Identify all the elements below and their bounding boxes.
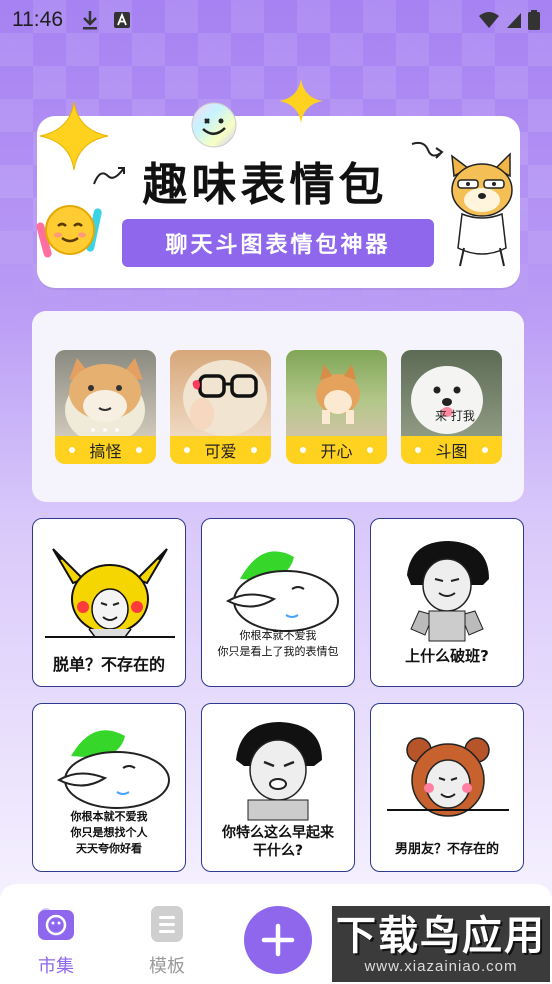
category-label: 搞怪 bbox=[55, 436, 156, 464]
category-battle[interactable]: 来 打我 斗图 bbox=[401, 350, 502, 464]
watermark-url: www.xiazainiao.com bbox=[364, 957, 518, 975]
meme-caption-line1: 你特么这么早起来 bbox=[222, 825, 334, 841]
category-happy[interactable]: 开心 bbox=[286, 350, 387, 464]
meme-caption: 男朋友？不存在的 bbox=[394, 842, 499, 857]
meme-caption: 上什么破班? bbox=[405, 647, 489, 665]
dog-caption: 来 打我 bbox=[435, 409, 475, 423]
nav-template-label: 模板 bbox=[149, 956, 185, 977]
glasses-cat-image bbox=[170, 350, 271, 436]
add-button[interactable] bbox=[244, 906, 312, 974]
nav-template[interactable]: 模板 bbox=[137, 906, 197, 978]
template-list-icon bbox=[151, 906, 183, 942]
banner-subtitle: 聊天斗图表情包神器 bbox=[122, 219, 434, 267]
wifi-icon bbox=[479, 12, 499, 28]
category-funny[interactable]: 搞怪 bbox=[55, 350, 156, 464]
download-icon bbox=[83, 11, 97, 30]
white-dog-image: 来 打我 bbox=[401, 350, 502, 436]
watermark: 下载鸟应用 www.xiazainiao.com bbox=[332, 906, 550, 982]
meme-card[interactable]: 你特么这么早起来 干什么? bbox=[201, 703, 355, 872]
banner-title: 趣味表情包 bbox=[142, 159, 388, 210]
category-label: 斗图 bbox=[401, 436, 502, 464]
nav-market[interactable]: 市集 bbox=[26, 906, 86, 978]
meme-card[interactable]: 上什么破班? bbox=[370, 518, 524, 687]
meme-caption: 脱单？不存在的 bbox=[52, 655, 165, 674]
corgi-image bbox=[286, 350, 387, 436]
meme-caption-line1: 你根本就不爱我 bbox=[239, 629, 317, 642]
meme-caption-line3: 天天夸你好看 bbox=[76, 842, 142, 855]
meme-caption-line2: 你只是看上了我的表情包 bbox=[217, 645, 339, 658]
holo-smiley-icon bbox=[191, 102, 237, 148]
meme-caption-line1: 你根本就不爱我 bbox=[70, 810, 148, 823]
doge-sticker-icon bbox=[451, 152, 513, 267]
duck-meme-image bbox=[225, 551, 339, 632]
cat-photo-image bbox=[55, 350, 156, 436]
watermark-title: 下载鸟应用 bbox=[336, 913, 546, 958]
plus-icon bbox=[261, 923, 295, 957]
meme-card[interactable]: 你根本就不爱我 你只是想找个人 天天夸你好看 bbox=[32, 703, 186, 872]
category-label: 可爱 bbox=[170, 436, 271, 464]
battery-icon bbox=[528, 10, 540, 30]
market-face-icon bbox=[38, 908, 74, 940]
status-time: 11:46 bbox=[12, 8, 63, 31]
app-notification-icon bbox=[114, 12, 130, 28]
category-label: 开心 bbox=[286, 436, 387, 464]
emoji-face-icon bbox=[36, 205, 102, 258]
meme-caption-line2: 干什么? bbox=[252, 843, 304, 859]
meme-card[interactable]: 男朋友？不存在的 bbox=[370, 703, 524, 872]
category-cute[interactable]: 可爱 bbox=[170, 350, 271, 464]
status-bar: 11:46 bbox=[0, 0, 552, 40]
meme-card[interactable]: 脱单？不存在的 bbox=[32, 518, 186, 687]
nav-market-label: 市集 bbox=[38, 956, 74, 977]
meme-card[interactable]: 你根本就不爱我 你只是看上了我的表情包 bbox=[201, 518, 355, 687]
meme-caption-line2: 你只是想找个人 bbox=[70, 826, 148, 839]
sparkle-small-icon bbox=[279, 79, 323, 123]
signal-icon bbox=[507, 13, 521, 28]
